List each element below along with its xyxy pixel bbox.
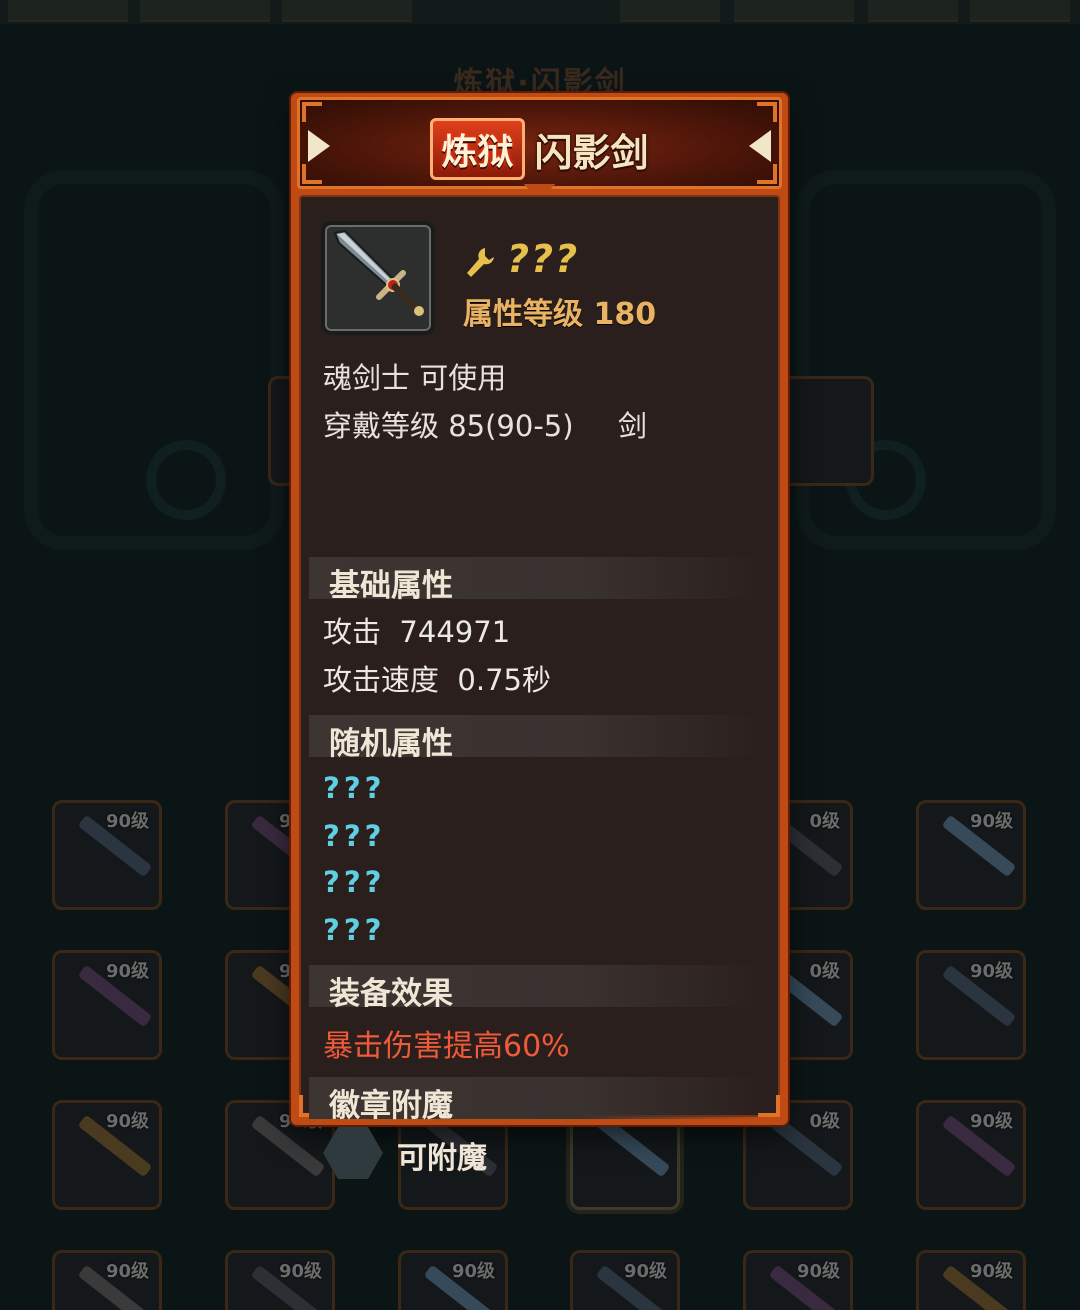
item-tooltip: 炼狱 闪影剑 ??? 属性等级 180 魂剑士 可使用 穿戴等级 85(90-5… — [291, 93, 788, 1179]
inventory-slot[interactable]: 90级 — [570, 1250, 680, 1310]
inventory-slot[interactable]: 90级 — [52, 800, 162, 910]
slot-level-label: 90级 — [969, 1111, 1013, 1132]
slot-level-label: 90级 — [796, 1261, 840, 1282]
inventory-slot[interactable]: 90级 — [52, 1250, 162, 1310]
inventory-slot[interactable]: 90级 — [916, 1250, 1026, 1310]
inventory-slot[interactable]: 90级 — [916, 800, 1026, 910]
inventory-slot[interactable]: 90级 — [743, 1250, 853, 1310]
equip-effect: 暴击伤害提高60% — [323, 1029, 570, 1064]
background-ornament-circle — [146, 440, 226, 520]
wrench-icon — [467, 248, 494, 277]
inventory-slot[interactable]: 90级 — [398, 1250, 508, 1310]
slot-level-label: 90级 — [105, 961, 149, 982]
background-ornament — [796, 170, 1056, 550]
slot-level-label: 90级 — [969, 1261, 1013, 1282]
slot-level-label: 90级 — [105, 1261, 149, 1282]
slot-level-label: 90级 — [278, 1261, 322, 1282]
slot-level-label: 0级 — [809, 811, 840, 832]
top-tab[interactable] — [620, 0, 720, 22]
inventory-slot[interactable]: 90级 — [916, 1100, 1026, 1210]
section-header-base: 基础属性 — [309, 557, 765, 604]
item-title: 炼狱 闪影剑 — [300, 118, 779, 180]
slot-level-label: 90级 — [105, 811, 149, 832]
top-tab[interactable] — [868, 0, 958, 22]
tooltip-body: ??? 属性等级 180 魂剑士 可使用 穿戴等级 85(90-5) 剑 基础属… — [299, 195, 780, 1179]
slot-level-label: 90级 — [451, 1261, 495, 1282]
tooltip-header: 炼狱 闪影剑 — [297, 97, 782, 200]
enchant-unknown-text: ??? — [507, 237, 580, 281]
item-icon-frame — [321, 221, 435, 335]
slot-level-label: 0级 — [809, 1111, 840, 1132]
random-stat: ??? — [323, 913, 386, 947]
slot-level-label: 90级 — [969, 961, 1013, 982]
top-tab[interactable] — [970, 0, 1070, 22]
weapon-type: 剑 — [618, 409, 648, 443]
top-bar — [0, 0, 1080, 24]
section-header-emblem: 徽章附魔 — [309, 1077, 765, 1124]
usable-class: 魂剑士 可使用 — [323, 361, 507, 395]
random-stat: ??? — [323, 819, 386, 853]
slot-level-label: 90级 — [105, 1111, 149, 1132]
top-tab[interactable] — [140, 0, 270, 22]
section-header-effect: 装备效果 — [309, 965, 765, 1012]
attribute-level: 属性等级 180 — [463, 297, 657, 332]
slot-level-label: 90级 — [623, 1261, 667, 1282]
inventory-slot[interactable]: 90级 — [52, 950, 162, 1060]
section-title: 随机属性 — [329, 726, 453, 762]
top-tab[interactable] — [282, 0, 412, 22]
slot-level-label: 0级 — [809, 961, 840, 982]
inventory-slot[interactable]: 90级 — [916, 950, 1026, 1060]
top-tab[interactable] — [734, 0, 854, 22]
section-header-random: 随机属性 — [309, 715, 765, 762]
inventory-slot[interactable]: 90级 — [52, 1100, 162, 1210]
emblem-slot-label: 可附魔 — [397, 1141, 487, 1176]
section-title: 基础属性 — [329, 568, 453, 604]
stat-attack: 攻击 744971 — [323, 615, 511, 649]
grade-badge: 炼狱 — [430, 118, 525, 180]
inventory-slot[interactable]: 90级 — [225, 1250, 335, 1310]
wear-level: 穿戴等级 85(90-5) — [323, 409, 574, 443]
section-title: 徽章附魔 — [329, 1088, 453, 1124]
slot-level-label: 90级 — [969, 811, 1013, 832]
random-stat: ??? — [323, 865, 386, 899]
section-title: 装备效果 — [329, 976, 453, 1012]
random-stat: ??? — [323, 771, 386, 805]
top-tab[interactable] — [8, 0, 128, 22]
stat-attack-speed: 攻击速度 0.75秒 — [323, 663, 552, 697]
item-name: 闪影剑 — [534, 130, 649, 175]
sword-icon — [333, 229, 424, 316]
